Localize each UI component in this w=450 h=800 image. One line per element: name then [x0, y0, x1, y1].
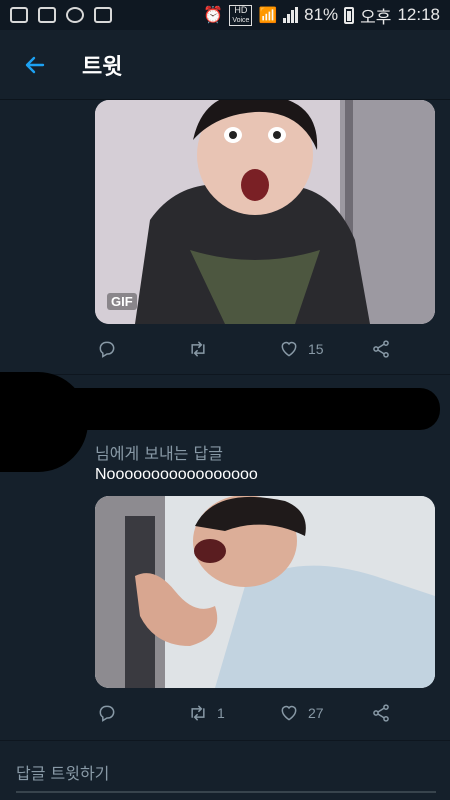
tweet-image[interactable] — [95, 496, 435, 688]
signal-icon — [283, 7, 299, 23]
time-period: 오후 — [360, 7, 392, 27]
redacted-name — [40, 388, 440, 430]
phone-icon — [94, 7, 112, 23]
like-count: 15 — [308, 341, 324, 357]
image-icon — [38, 7, 56, 23]
retweet-button[interactable]: 1 — [187, 703, 225, 723]
share-button[interactable] — [371, 339, 391, 359]
wifi-icon: 📶 — [258, 7, 278, 24]
back-button[interactable] — [0, 30, 70, 100]
alarm-icon: ⏰ — [203, 7, 224, 24]
retweet-icon — [191, 705, 205, 721]
like-button[interactable]: 27 — [278, 703, 324, 723]
reply-to-label: 님에게 보내는 답글 — [95, 444, 223, 463]
battery-percent: 81% — [304, 5, 339, 24]
photo-image — [95, 496, 435, 688]
tweet2-actions: 1 27 — [95, 698, 415, 728]
like-button[interactable]: 15 — [278, 339, 324, 359]
tweet-divider — [0, 374, 450, 375]
hd-voice-icon: HD Voice — [229, 4, 253, 26]
back-arrow-icon — [25, 56, 45, 73]
heart-icon — [281, 341, 297, 357]
gif-badge: GIF — [107, 293, 137, 310]
share-icon — [373, 704, 389, 722]
clock: 12:18 — [397, 5, 440, 24]
heart-icon — [281, 705, 297, 721]
status-right: ⏰ HD Voice 📶 81% 오후 12:18 — [203, 3, 440, 28]
reply-input-underline — [16, 791, 436, 793]
page-title: 트윗 — [82, 54, 123, 80]
reply-input[interactable]: 답글 트윗하기 — [16, 760, 109, 784]
retweet-button[interactable] — [187, 339, 209, 359]
tweet-text: Nooooooooooooooooo — [95, 466, 258, 483]
retweet-count: 1 — [217, 705, 225, 721]
reply-icon — [99, 341, 115, 358]
reply-button[interactable] — [97, 339, 117, 359]
reply-button[interactable] — [97, 703, 117, 723]
share-button[interactable] — [371, 703, 391, 723]
gif-image — [95, 100, 435, 324]
header: 트윗 — [0, 30, 450, 100]
chat-icon — [66, 7, 84, 23]
gallery-icon — [10, 7, 28, 23]
share-icon — [373, 340, 389, 358]
status-bar: ⏰ HD Voice 📶 81% 오후 12:18 — [0, 0, 450, 30]
tweet-gif[interactable]: GIF — [95, 100, 435, 324]
battery-icon — [344, 6, 355, 24]
reply-icon — [99, 705, 115, 722]
status-left — [10, 7, 112, 23]
like-count: 27 — [308, 705, 324, 721]
reply-divider — [0, 740, 450, 741]
tweet1-actions: 15 — [95, 334, 415, 364]
retweet-icon — [191, 341, 205, 357]
